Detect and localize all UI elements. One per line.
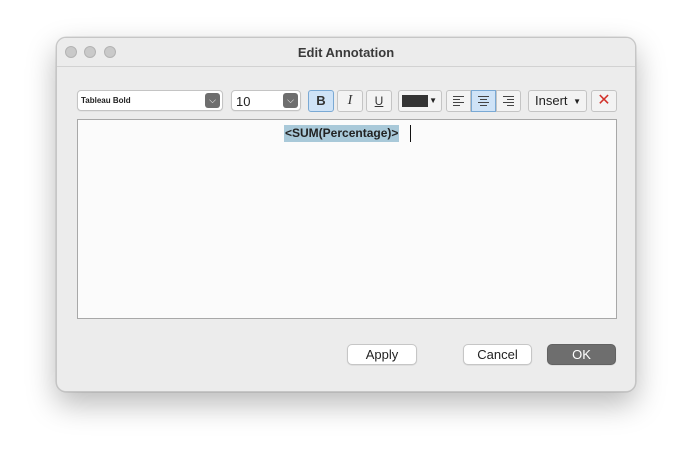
font-size-value: 10: [236, 94, 251, 109]
ok-button[interactable]: OK: [547, 344, 616, 365]
underline-button[interactable]: U: [366, 90, 392, 112]
align-right-button[interactable]: [496, 90, 521, 112]
text-caret: [410, 125, 411, 142]
align-left-icon: [453, 96, 464, 97]
font-family-value: Tableau Bold: [81, 96, 131, 105]
insert-menu-button[interactable]: Insert ▼: [528, 90, 587, 112]
insert-label: Insert: [535, 93, 568, 108]
selected-field-text[interactable]: <SUM(Percentage)>: [284, 125, 400, 142]
edit-annotation-dialog: Edit Annotation Tableau Bold ⌵ 10 ⌵ B I …: [56, 37, 636, 392]
dropdown-arrow-icon: ▼: [429, 96, 437, 105]
align-center-icon: [478, 96, 489, 97]
apply-button[interactable]: Apply: [347, 344, 417, 365]
cancel-button[interactable]: Cancel: [463, 344, 532, 365]
font-size-select[interactable]: 10 ⌵: [231, 90, 301, 111]
italic-button[interactable]: I: [337, 90, 363, 112]
clear-formatting-button[interactable]: ✕: [591, 90, 617, 112]
font-family-select[interactable]: Tableau Bold ⌵: [77, 90, 223, 111]
annotation-text-editor[interactable]: <SUM(Percentage)>: [77, 119, 617, 319]
bold-button[interactable]: B: [308, 90, 334, 112]
align-left-button[interactable]: [446, 90, 471, 112]
align-right-icon: [503, 96, 514, 97]
chevron-down-icon: ⌵: [283, 93, 298, 108]
text-color-button[interactable]: ▼: [398, 90, 442, 112]
text-color-swatch: [402, 95, 428, 107]
dropdown-arrow-icon: ▼: [573, 97, 581, 106]
title-bar: Edit Annotation: [57, 38, 635, 67]
dialog-title: Edit Annotation: [297, 45, 395, 60]
chevron-down-icon: ⌵: [205, 93, 220, 108]
clear-x-icon: ✕: [597, 92, 611, 109]
align-center-button[interactable]: [471, 90, 496, 112]
